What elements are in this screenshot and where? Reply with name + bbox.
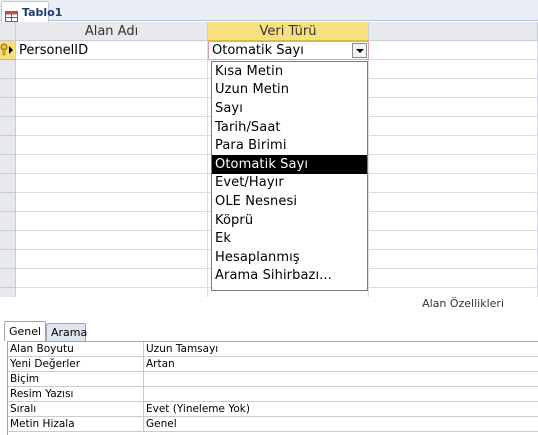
- field-name-cell[interactable]: [16, 117, 208, 136]
- description-cell[interactable]: [369, 193, 538, 212]
- field-name-cell[interactable]: [16, 60, 208, 79]
- dropdown-option[interactable]: Evet/Hayır: [212, 174, 367, 193]
- field-name-cell[interactable]: [16, 174, 208, 193]
- row-selector[interactable]: [0, 193, 16, 212]
- property-row[interactable]: Yeni Değerler Artan: [8, 357, 538, 372]
- property-value[interactable]: Evet (Yineleme Yok): [143, 402, 538, 417]
- dropdown-option[interactable]: Hesaplanmış: [212, 248, 367, 267]
- dropdown-option[interactable]: Arama Sihirbazı...: [212, 267, 367, 286]
- row-selector[interactable]: [0, 41, 16, 60]
- description-cell[interactable]: [369, 250, 538, 269]
- field-name-cell[interactable]: [16, 269, 208, 288]
- tab-label: Tablo1: [22, 5, 63, 19]
- row-selector[interactable]: [0, 117, 16, 136]
- row-selector[interactable]: [0, 155, 16, 174]
- property-label: Alan Boyutu: [10, 343, 74, 355]
- description-cell[interactable]: [369, 117, 538, 136]
- primary-key-icon: [0, 43, 13, 56]
- field-name-cell[interactable]: [16, 193, 208, 212]
- description-cell[interactable]: [369, 41, 538, 60]
- row-selector[interactable]: [0, 250, 16, 269]
- property-row[interactable]: Metin Hizala Genel: [8, 417, 538, 432]
- dropdown-option[interactable]: Para Birimi: [212, 136, 367, 155]
- property-label: Sıralı: [10, 403, 37, 415]
- property-value[interactable]: [143, 372, 538, 387]
- property-label: Yeni Değerler: [10, 358, 81, 370]
- dropdown-button[interactable]: [352, 43, 367, 58]
- data-type-cell[interactable]: Otomatik Sayı: [208, 41, 369, 60]
- field-name-cell[interactable]: [16, 155, 208, 174]
- description-cell[interactable]: [369, 174, 538, 193]
- field-name-cell[interactable]: [16, 79, 208, 98]
- row-selector[interactable]: [0, 79, 16, 98]
- row-selector[interactable]: [0, 174, 16, 193]
- property-row[interactable]: Sıralı Evet (Yineleme Yok): [8, 402, 538, 417]
- row-selector[interactable]: [0, 212, 16, 231]
- description-cell[interactable]: [369, 269, 538, 288]
- description-cell[interactable]: [369, 231, 538, 250]
- dropdown-option[interactable]: Köprü: [212, 211, 367, 230]
- property-value[interactable]: Uzun Tamsayı: [143, 342, 538, 357]
- field-name-cell[interactable]: PersonelID: [16, 41, 208, 60]
- data-type-dropdown-list[interactable]: Kısa Metin Uzun Metin Sayı Tarih/Saat Pa…: [211, 61, 368, 291]
- dropdown-option[interactable]: OLE Nesnesi: [212, 192, 367, 211]
- property-label: Biçim: [10, 373, 40, 385]
- tab-genel[interactable]: Genel: [4, 321, 46, 341]
- column-header-description[interactable]: [369, 22, 538, 41]
- description-cell[interactable]: [369, 79, 538, 98]
- property-row[interactable]: Biçim: [8, 372, 538, 387]
- property-value[interactable]: Genel: [143, 417, 538, 432]
- property-label: Metin Hizala: [10, 418, 75, 430]
- section-separator: Alan Özellikleri: [0, 297, 538, 321]
- description-cell[interactable]: [369, 212, 538, 231]
- dropdown-option[interactable]: Kısa Metin: [212, 62, 367, 81]
- property-label: Resim Yazısı: [10, 388, 74, 400]
- dropdown-option[interactable]: Tarih/Saat: [212, 118, 367, 137]
- field-name-cell[interactable]: [16, 231, 208, 250]
- grid-corner[interactable]: [0, 22, 16, 41]
- property-row[interactable]: Alan Boyutu Uzun Tamsayı: [8, 342, 538, 357]
- property-row[interactable]: Resim Yazısı: [8, 387, 538, 402]
- property-value[interactable]: Artan: [143, 357, 538, 372]
- field-name-cell[interactable]: [16, 136, 208, 155]
- property-value[interactable]: [143, 387, 538, 402]
- chevron-down-icon: [355, 48, 364, 53]
- tab-tablo1[interactable]: Tablo1: [1, 1, 62, 22]
- description-cell[interactable]: [369, 136, 538, 155]
- field-name-cell[interactable]: [16, 98, 208, 117]
- description-cell[interactable]: [369, 60, 538, 79]
- row-selector[interactable]: [0, 136, 16, 155]
- column-header-field-name[interactable]: Alan Adı: [16, 22, 208, 41]
- field-name-cell[interactable]: [16, 250, 208, 269]
- description-cell[interactable]: [369, 155, 538, 174]
- field-properties-grid: Alan Boyutu Uzun Tamsayı Yeni Değerler A…: [7, 341, 538, 435]
- field-properties-label: Alan Özellikleri: [422, 297, 504, 310]
- row-selector[interactable]: [0, 269, 16, 288]
- dropdown-option[interactable]: Otomatik Sayı: [212, 154, 367, 174]
- field-name-cell[interactable]: [16, 212, 208, 231]
- document-tab-strip: Tablo1: [0, 0, 538, 22]
- data-type-value: Otomatik Sayı: [212, 43, 304, 58]
- row-selector[interactable]: [0, 231, 16, 250]
- row-selector[interactable]: [0, 98, 16, 117]
- column-header-data-type[interactable]: Veri Türü: [208, 22, 369, 41]
- description-cell[interactable]: [369, 98, 538, 117]
- dropdown-option[interactable]: Uzun Metin: [212, 81, 367, 100]
- dropdown-option[interactable]: Sayı: [212, 99, 367, 118]
- dropdown-option[interactable]: Ek: [212, 229, 367, 248]
- table-icon: [5, 7, 18, 22]
- tab-arama[interactable]: Arama: [46, 323, 87, 341]
- row-selector[interactable]: [0, 60, 16, 79]
